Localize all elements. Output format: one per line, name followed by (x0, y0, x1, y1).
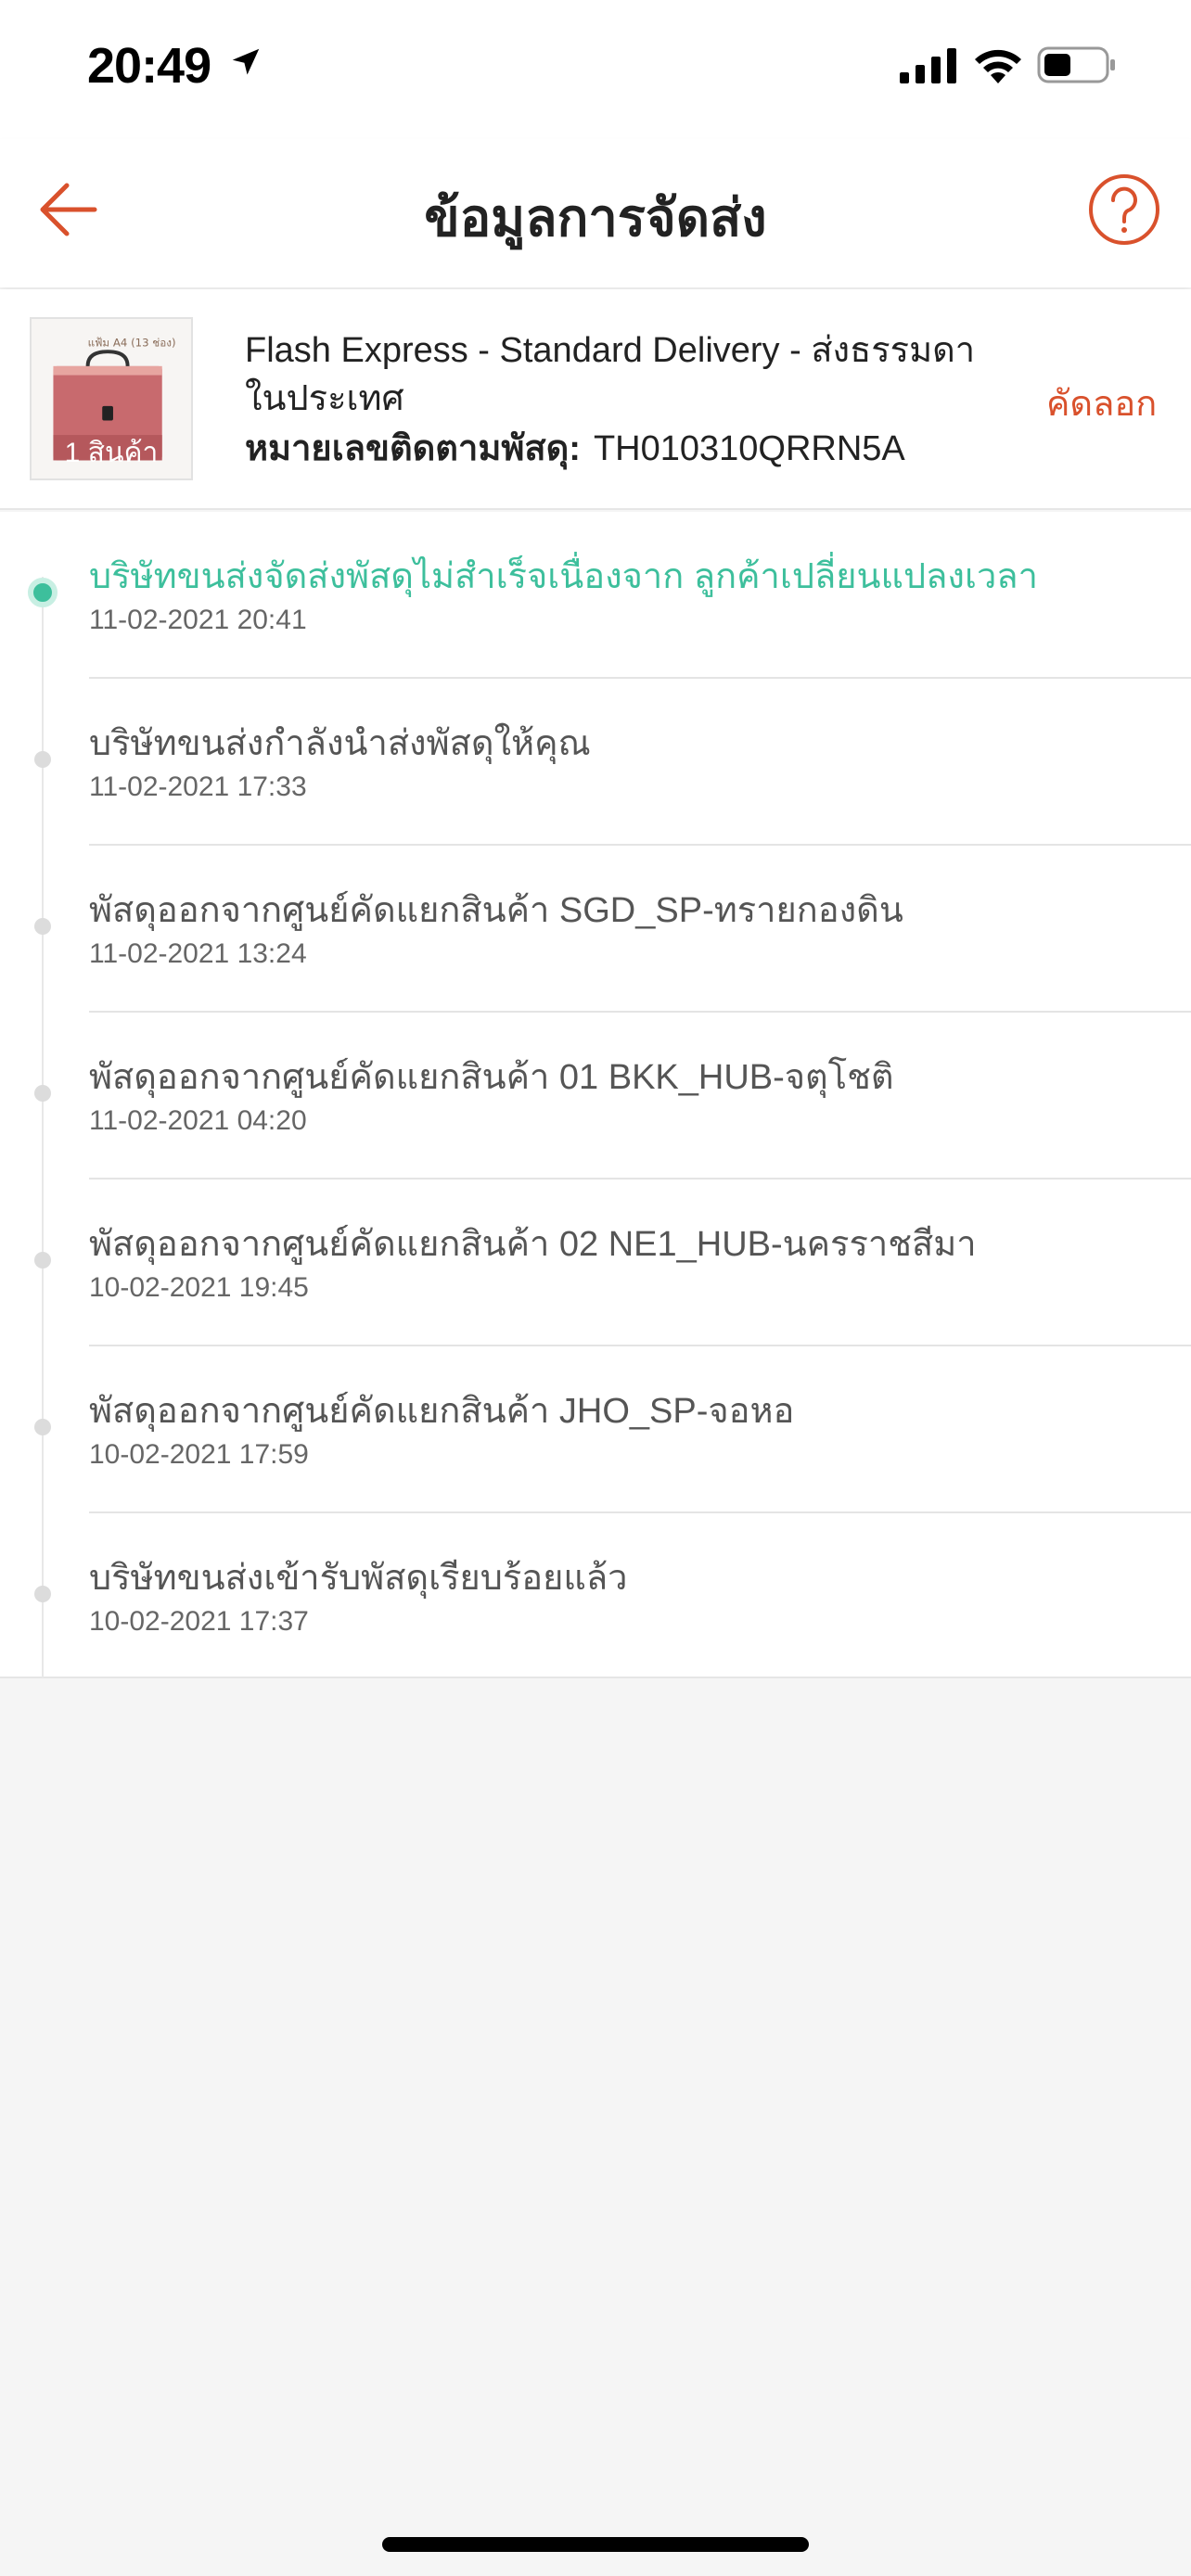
timeline-dot (34, 1419, 51, 1435)
timeline-dot (34, 1085, 51, 1102)
event-title: บริษัทขนส่งกำลังนำส่งพัสดุให้คุณ (89, 724, 591, 763)
wifi-icon (975, 49, 1021, 83)
thumbnail-item-count: 1 สินค้า (64, 438, 159, 468)
timeline-event: บริษัทขนส่งจัดส่งพัสดุไม่สำเร็จเนื่องจาก… (0, 512, 1191, 679)
cellular-signal-icon (900, 48, 956, 83)
product-thumbnail: แฟ้ม A4 (13 ช่อง) 1 สินค้า (30, 317, 193, 480)
carrier-name-continued: ในประเทศ (245, 379, 404, 418)
event-title: พัสดุออกจากศูนย์คัดแยกสินค้า JHO_SP-จอหอ (89, 1392, 795, 1431)
event-time: 10-02-2021 17:37 (89, 1606, 309, 1637)
question-circle-icon[interactable] (1087, 172, 1161, 247)
timeline-event: บริษัทขนส่งเข้ารับพัสดุเรียบร้อยแล้ว 10-0… (0, 1513, 1191, 1680)
screen: 20:49 ข้อมูลการจัดส่ง แฟ้ม A4 (13 ช่อง) … (0, 0, 1191, 2576)
event-time: 11-02-2021 20:41 (89, 605, 307, 635)
timeline-event: พัสดุออกจากศูนย์คัดแยกสินค้า SGD_SP-ทราย… (0, 846, 1191, 1013)
event-time: 10-02-2021 19:45 (89, 1272, 309, 1303)
tracking-timeline: บริษัทขนส่งจัดส่งพัสดุไม่สำเร็จเนื่องจาก… (0, 512, 1191, 1678)
thumbnail-label: แฟ้ม A4 (13 ช่อง) (88, 336, 176, 349)
event-time: 11-02-2021 04:20 (89, 1105, 307, 1136)
timeline-dot-active (28, 578, 58, 607)
tracking-info: หมายเลขติดตามพัสดุ: TH010310QRRN5A (245, 419, 905, 476)
page-title: ข้อมูลการจัดส่ง (424, 188, 767, 247)
tracking-label: หมายเลขติดตามพัสดุ: (245, 429, 581, 468)
header: ข้อมูลการจัดส่ง (0, 139, 1191, 287)
event-title: พัสดุออกจากศูนย์คัดแยกสินค้า 01 BKK_HUB-… (89, 1058, 894, 1097)
timeline-event: พัสดุออกจากศูนย์คัดแยกสินค้า 02 NE1_HUB-… (0, 1180, 1191, 1346)
home-indicator[interactable] (382, 2537, 809, 2552)
event-time: 11-02-2021 17:33 (89, 772, 307, 802)
copy-button[interactable]: คัดลอก (1046, 375, 1157, 431)
timeline-dot (34, 1252, 51, 1269)
event-title: บริษัทขนส่งจัดส่งพัสดุไม่สำเร็จเนื่องจาก… (89, 557, 1038, 596)
shipment-card: แฟ้ม A4 (13 ช่อง) 1 สินค้า Flash Express… (0, 289, 1191, 510)
battery-icon (1037, 46, 1115, 83)
status-time: 20:49 (87, 38, 211, 94)
event-title: พัสดุออกจากศูนย์คัดแยกสินค้า 02 NE1_HUB-… (89, 1225, 977, 1264)
event-time: 11-02-2021 13:24 (89, 938, 307, 969)
timeline-event: บริษัทขนส่งกำลังนำส่งพัสดุให้คุณ 11-02-20… (0, 679, 1191, 846)
timeline-event: พัสดุออกจากศูนย์คัดแยกสินค้า JHO_SP-จอหอ… (0, 1346, 1191, 1513)
timeline-event: พัสดุออกจากศูนย์คัดแยกสินค้า 01 BKK_HUB-… (0, 1013, 1191, 1180)
location-arrow-icon (232, 48, 260, 75)
status-bar: 20:49 (0, 0, 1191, 139)
timeline-dot (34, 918, 51, 935)
event-time: 10-02-2021 17:59 (89, 1439, 309, 1470)
timeline-dot (34, 751, 51, 768)
event-title: บริษัทขนส่งเข้ารับพัสดุเรียบร้อยแล้ว (89, 1559, 628, 1598)
event-title: พัสดุออกจากศูนย์คัดแยกสินค้า SGD_SP-ทราย… (89, 891, 903, 930)
tracking-number: TH010310QRRN5A (593, 429, 905, 468)
timeline-dot (34, 1586, 51, 1602)
